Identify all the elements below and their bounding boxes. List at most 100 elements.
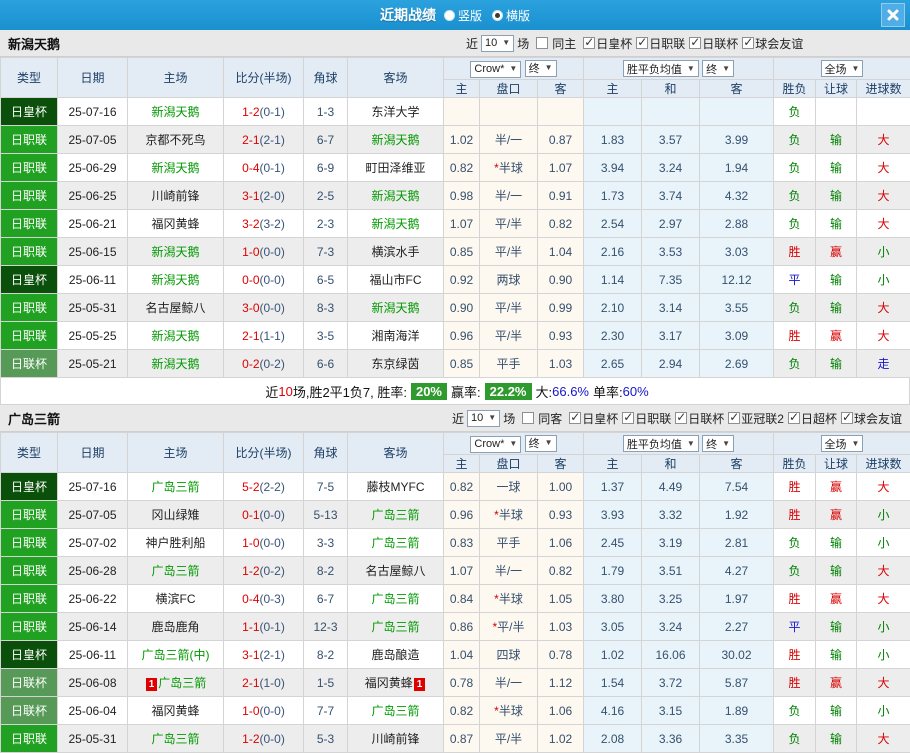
league-filter-checkbox[interactable]: [675, 410, 688, 424]
avg-away: 2.88: [698, 209, 775, 238]
odds-source-select-1[interactable]: Crow* ▼: [470, 60, 522, 78]
league-filter-checkbox[interactable]: [622, 410, 635, 424]
type-badge: 日职联: [0, 181, 58, 210]
result-handicap: 输: [815, 696, 858, 725]
odds-away: 1.03: [537, 349, 584, 378]
home-team: 广岛三箭: [127, 472, 224, 501]
home-team: 横滨FC: [127, 584, 224, 613]
odds-away: [537, 97, 584, 126]
avg-select-1[interactable]: 胜平负均值 ▼: [622, 60, 699, 77]
radio-icon[interactable]: [443, 9, 455, 21]
table-body-1: 日皇杯 25-07-16 新潟天鹅 1-2(0-1) 1-3 东洋大学负日职联 25-07-…: [0, 97, 910, 378]
chevron-down-icon: ▼: [851, 63, 860, 73]
section-header-1: 新潟天鹅 近 10 ▼ 场 同主 日皇杯 日职联 日联杯 球会友谊: [0, 30, 910, 57]
avg-home: 2.45: [583, 528, 642, 557]
odds-final-select-1[interactable]: 终 ▼: [524, 59, 557, 77]
league-filter-checkbox[interactable]: [583, 35, 596, 49]
handicap-line: 半/一: [479, 181, 538, 210]
avg-draw: 3.74: [641, 181, 700, 210]
odds-final-value: 终: [528, 438, 540, 450]
avg-final-select-2[interactable]: 终 ▼: [702, 435, 735, 452]
league-filter-checkbox[interactable]: [787, 410, 800, 424]
chevron-down-icon: ▼: [502, 38, 511, 47]
match-count-select-1[interactable]: 10 ▼: [481, 34, 515, 52]
scope-select-1[interactable]: 全场 ▼: [820, 60, 864, 77]
result-goals: 小: [856, 500, 910, 529]
radio-icon[interactable]: [492, 9, 503, 21]
summary-count: 10: [278, 383, 293, 399]
col-avg-draw: 和: [641, 454, 700, 473]
col-handicap-result: 让球: [815, 454, 858, 473]
col-avg-draw: 和: [641, 79, 700, 98]
col-avg-away: 客: [698, 79, 775, 98]
league-filter-checkbox[interactable]: [742, 35, 755, 49]
odds-home: 0.98: [443, 181, 480, 210]
avg-home: 1.02: [583, 640, 642, 669]
avg-draw: 3.19: [641, 528, 700, 557]
handicap-line: 半/一: [479, 556, 538, 585]
scope-group-header: 全场 ▼: [773, 57, 910, 80]
filters-1: 近 10 ▼ 场 同主 日皇杯 日职联 日联杯 球会友谊: [466, 30, 803, 56]
col-avg-home: 主: [583, 454, 642, 473]
match-date: 25-07-16: [57, 472, 128, 501]
col-away: 客场: [347, 57, 444, 98]
avg-draw: 3.72: [641, 668, 700, 697]
corner-score: 8-2: [303, 640, 348, 669]
away-team: 新潟天鹅: [347, 125, 444, 154]
match-score: 2-1(2-1): [223, 125, 304, 154]
match-count-select-2[interactable]: 10 ▼: [467, 409, 501, 427]
close-button[interactable]: [881, 3, 905, 27]
results-table-2: 类型 日期 主场 比分(半场) 角球 客场 Crow* ▼ 终 ▼ 胜平负均值 ▼ 终…: [0, 432, 910, 753]
match-date: 25-06-08: [57, 668, 128, 697]
away-team: 东京绿茵: [347, 349, 444, 378]
match-score: 1-2(0-1): [223, 97, 304, 126]
league-filter-label: 日联杯: [688, 411, 725, 426]
type-badge: 日皇杯: [0, 265, 58, 294]
result-goals: [856, 97, 910, 126]
league-filter-checkbox[interactable]: [728, 410, 741, 424]
section-header-2: 广岛三箭 近 10 ▼ 场 同客 日皇杯 日职联 日联杯 亚冠联2 日超杯 球会友谊: [0, 405, 910, 432]
result-handicap: 输: [815, 724, 858, 753]
match-date: 25-07-02: [57, 528, 128, 557]
result-goals: 小: [856, 265, 910, 294]
result-handicap: 输: [815, 181, 858, 210]
league-filter-checkbox[interactable]: [840, 410, 853, 424]
odds-home: 0.90: [443, 293, 480, 322]
league-filters-2: 日皇杯 日职联 日联杯 亚冠联2 日超杯 球会友谊: [565, 410, 902, 427]
same-venue-checkbox-1[interactable]: [536, 37, 549, 49]
avg-final-select-1[interactable]: 终 ▼: [702, 60, 735, 77]
odds-home: 1.07: [443, 556, 480, 585]
odds-away: 0.90: [537, 265, 584, 294]
scope-select-2[interactable]: 全场 ▼: [820, 435, 864, 452]
col-score: 比分(半场): [223, 432, 304, 473]
single-label: 单率:: [593, 384, 623, 400]
type-badge: 日职联: [0, 556, 58, 585]
odds-away: 0.99: [537, 293, 584, 322]
result-handicap: 赢: [815, 668, 858, 697]
odds-home: 0.87: [443, 724, 480, 753]
avg-home: 2.08: [583, 724, 642, 753]
avg-group-header: 胜平负均值 ▼ 终 ▼: [582, 432, 775, 455]
avg-select-2[interactable]: 胜平负均值 ▼: [622, 435, 699, 452]
league-filter-checkbox[interactable]: [689, 35, 702, 49]
match-score: 1-0(0-0): [223, 696, 304, 725]
odds-away: 0.82: [537, 209, 584, 238]
same-venue-checkbox-2[interactable]: [522, 412, 535, 424]
col-date: 日期: [57, 432, 128, 473]
type-badge: 日联杯: [0, 696, 58, 725]
result-handicap: 输: [815, 153, 858, 182]
league-filter-checkbox[interactable]: [636, 35, 649, 49]
home-team: 川崎前锋: [127, 181, 224, 210]
odds-source-select-2[interactable]: Crow* ▼: [470, 435, 522, 453]
home-team: 新潟天鹅: [127, 97, 224, 126]
result-handicap: 输: [815, 265, 858, 294]
odds-final-select-2[interactable]: 终 ▼: [524, 434, 557, 452]
avg-final-value: 终: [706, 438, 718, 451]
view-mode-option[interactable]: 竖版: [443, 7, 482, 24]
view-mode-option[interactable]: 横版: [492, 7, 530, 24]
avg-home: 1.37: [583, 472, 642, 501]
away-team: 藤枝MYFC: [347, 472, 444, 501]
match-date: 25-06-14: [57, 612, 128, 641]
league-filter-checkbox[interactable]: [569, 410, 582, 424]
handicap-line: 四球: [479, 640, 538, 669]
